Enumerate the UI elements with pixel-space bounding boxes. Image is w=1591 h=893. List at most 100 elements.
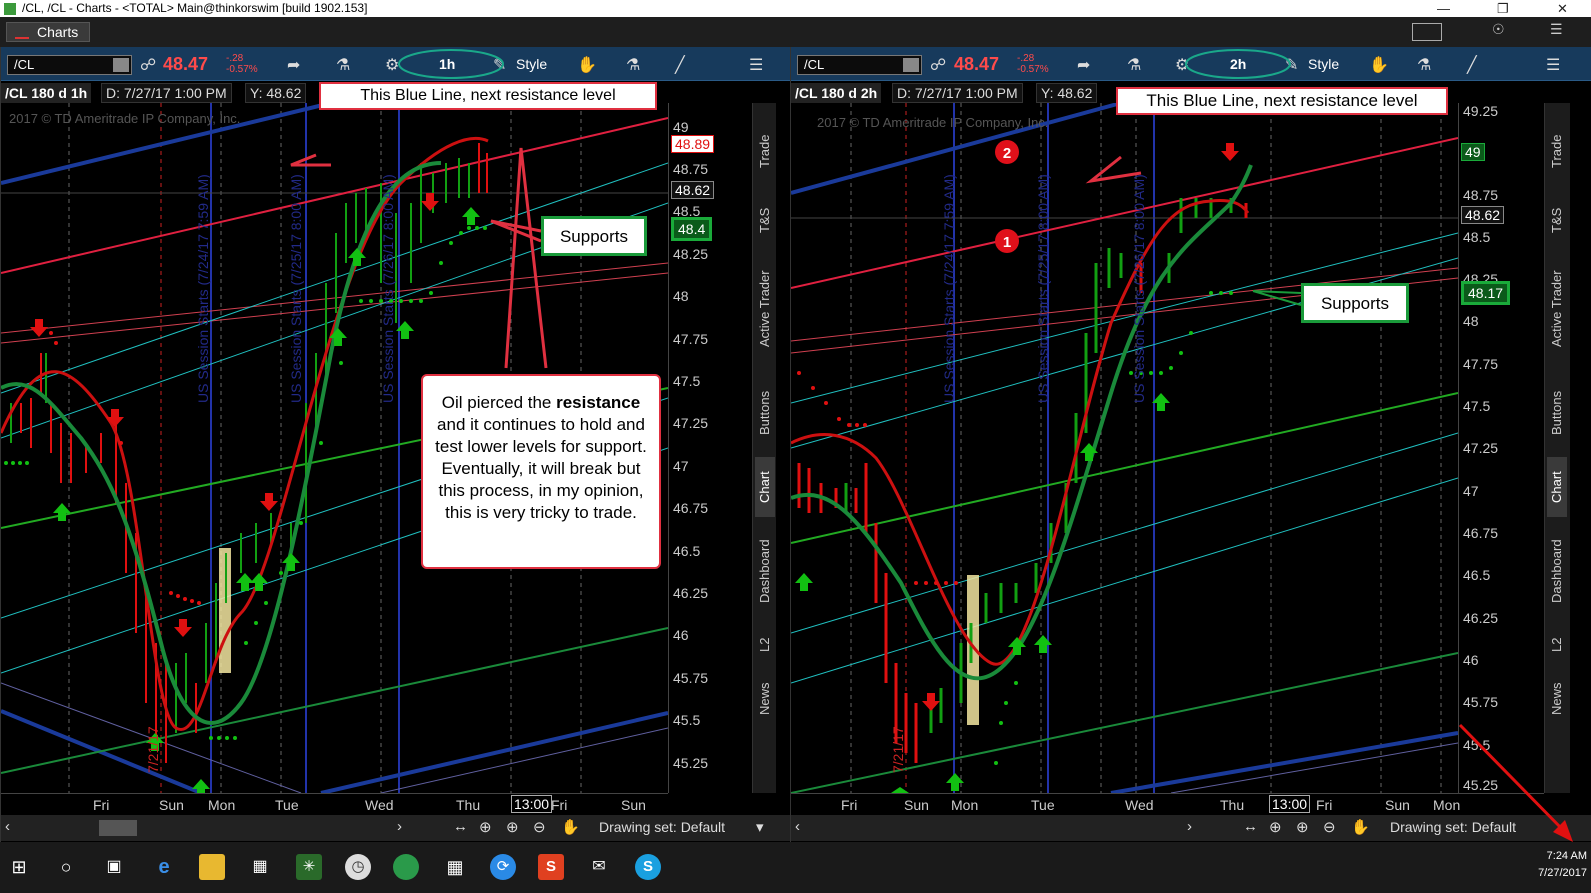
- file-explorer-icon[interactable]: [199, 854, 225, 880]
- price-change: -.28 -0.57%: [226, 53, 258, 75]
- crosshair-icon[interactable]: ⊕: [1269, 818, 1282, 836]
- sidetab-ts[interactable]: T&S: [1547, 195, 1567, 245]
- marker-1-label: 1: [1003, 234, 1011, 251]
- chrome-icon[interactable]: [393, 854, 419, 880]
- zoom-in-icon[interactable]: ⊕: [506, 818, 519, 836]
- price-axis-right[interactable]: 49.25 48.75 48.5 48.25 48 47.75 47.5 47.…: [1458, 103, 1544, 793]
- share-icon[interactable]: ➦: [287, 55, 300, 75]
- time-cursor-box: 13:00: [1269, 795, 1311, 813]
- sidetab-dashboard[interactable]: Dashboard: [755, 521, 775, 621]
- calculator-icon[interactable]: ▦: [442, 854, 468, 880]
- x-tick: Tue: [275, 797, 299, 813]
- sidetab-trade[interactable]: Trade: [1547, 111, 1567, 191]
- last-price: 48.47: [954, 54, 1000, 74]
- windows-taskbar: ⊞ ○ ▣ e ▦ ✳ ◷ ▦ ⟳ S ✉ S 7:24 AM 7/27/201…: [0, 842, 1591, 893]
- menu-icon[interactable]: ☰: [1546, 55, 1560, 75]
- sidetab-chart[interactable]: Chart: [1547, 457, 1567, 517]
- snagit-icon[interactable]: S: [538, 854, 564, 880]
- search-circle-icon[interactable]: ○: [53, 854, 79, 880]
- session-label-3: US Session Starts (7/26/17 8:00 AM): [380, 174, 396, 403]
- clock-app-icon[interactable]: ◷: [345, 854, 371, 880]
- chart-toolbar-right: /CL ☍ 48.47 -.28 -0.57% ➦ ⚗ ⚙ 2h ✎ Style…: [791, 47, 1591, 81]
- clock-date: 7/27/2017: [1538, 867, 1587, 879]
- price-chart-right[interactable]: 2 1 US Session Starts (7/24/17 7:59 AM) …: [791, 103, 1458, 793]
- style-menu[interactable]: Style: [1308, 56, 1339, 72]
- share-icon[interactable]: ➦: [1077, 55, 1090, 75]
- symbol-selector[interactable]: /CL: [797, 55, 922, 75]
- crosshair-icon[interactable]: ⊕: [479, 818, 492, 836]
- task-view-icon[interactable]: ▣: [101, 854, 127, 880]
- flask-icon[interactable]: ⚗: [626, 55, 640, 75]
- scroll-right-icon[interactable]: ›: [397, 818, 402, 835]
- zoom-out-icon[interactable]: ⊖: [533, 818, 546, 836]
- sidetab-l2[interactable]: L2: [755, 625, 775, 665]
- drawing-tools-icon[interactable]: ╱: [1467, 55, 1477, 75]
- windows-start-icon[interactable]: ⊞: [6, 854, 32, 880]
- link-icon[interactable]: ☍: [140, 55, 156, 75]
- skype-icon[interactable]: S: [635, 854, 661, 880]
- symbol-selector[interactable]: /CL: [7, 55, 132, 75]
- layout-grid-icon[interactable]: [1412, 23, 1442, 41]
- studies-flask-icon[interactable]: ⚗: [1127, 55, 1141, 75]
- y-tick: 47.25: [1463, 440, 1499, 456]
- expand-icon[interactable]: ↔: [1243, 818, 1258, 835]
- sidetab-trade[interactable]: Trade: [755, 111, 775, 191]
- price-change: -.28 -0.57%: [1017, 53, 1049, 75]
- drawing-set-selector[interactable]: Drawing set: Default: [599, 819, 725, 835]
- charts-tab[interactable]: Charts: [6, 22, 90, 42]
- pin-icon[interactable]: ☉: [1492, 21, 1505, 38]
- session-label-1: US Session Starts (7/24/17 7:59 AM): [941, 174, 957, 403]
- minimize-icon[interactable]: —: [1437, 0, 1450, 17]
- hand-cursor-icon[interactable]: ✋: [1369, 55, 1389, 75]
- pan-hand-icon[interactable]: ✋: [561, 818, 580, 836]
- close-icon[interactable]: ✕: [1557, 0, 1568, 17]
- chevron-down-icon[interactable]: ▾: [756, 818, 764, 836]
- y-tick: 49.25: [1463, 103, 1499, 119]
- scroll-left-icon[interactable]: ‹: [5, 818, 10, 835]
- expand-icon[interactable]: ↔: [453, 818, 468, 835]
- sidetab-buttons[interactable]: Buttons: [1547, 373, 1567, 453]
- refresh-app-icon[interactable]: ⟳: [490, 854, 516, 880]
- flask-icon[interactable]: ⚗: [1417, 55, 1431, 75]
- pan-hand-icon[interactable]: ✋: [1351, 818, 1370, 836]
- y-tick: 47.5: [673, 373, 701, 389]
- sidetab-dashboard[interactable]: Dashboard: [1547, 521, 1567, 621]
- sidetab-active-trader[interactable]: Active Trader: [755, 249, 775, 369]
- x-tick: Fri: [1316, 797, 1333, 813]
- menu-icon[interactable]: ☰: [749, 55, 763, 75]
- y-tick: 46.75: [1463, 525, 1499, 541]
- link-icon[interactable]: ☍: [930, 55, 946, 75]
- scrollbar-thumb[interactable]: [99, 820, 137, 836]
- sidetab-active-trader[interactable]: Active Trader: [1547, 249, 1567, 369]
- x-tick: Wed: [1125, 797, 1154, 813]
- price-axis-left[interactable]: 49 48.75 48.5 48.25 48 47.75 47.5 47.25 …: [668, 103, 752, 793]
- studies-flask-icon[interactable]: ⚗: [336, 55, 350, 75]
- time-axis-left[interactable]: Fri Sun Mon Tue Wed Thu Fri Sun 13:00: [1, 793, 668, 815]
- scroll-left-icon[interactable]: ‹: [795, 818, 800, 835]
- pointer-arrow: [1458, 723, 1573, 842]
- thinkorswim-taskbar-icon[interactable]: ✳: [296, 854, 322, 880]
- sidetab-chart[interactable]: Chart: [755, 457, 775, 517]
- sidetab-buttons[interactable]: Buttons: [755, 373, 775, 453]
- hand-cursor-icon[interactable]: ✋: [577, 55, 597, 75]
- x-tick: Sun: [904, 797, 929, 813]
- drawing-tools-icon[interactable]: ╱: [675, 55, 685, 75]
- mail-icon[interactable]: ✉: [586, 854, 612, 880]
- x-tick: Sun: [1385, 797, 1410, 813]
- sidetab-news[interactable]: News: [755, 669, 775, 729]
- store-icon[interactable]: ▦: [247, 854, 273, 880]
- marker-2-label: 2: [1003, 145, 1011, 162]
- sidetab-l2[interactable]: L2: [1547, 625, 1567, 665]
- x-tick: Fri: [93, 797, 110, 813]
- edge-browser-icon[interactable]: e: [151, 854, 177, 880]
- scroll-right-icon[interactable]: ›: [1187, 818, 1192, 835]
- menu-icon[interactable]: ☰: [1550, 21, 1563, 38]
- style-menu[interactable]: Style: [516, 56, 547, 72]
- system-clock[interactable]: 7:24 AM 7/27/2017: [1538, 848, 1587, 882]
- zoom-out-icon[interactable]: ⊖: [1323, 818, 1336, 836]
- time-axis-right[interactable]: Fri Sun Mon Tue Wed Thu Fri Sun Mon 13:0…: [791, 793, 1544, 815]
- restore-icon[interactable]: ❐: [1497, 0, 1509, 17]
- sidetab-ts[interactable]: T&S: [755, 195, 775, 245]
- y-tick: 47.75: [673, 331, 709, 347]
- zoom-in-icon[interactable]: ⊕: [1296, 818, 1309, 836]
